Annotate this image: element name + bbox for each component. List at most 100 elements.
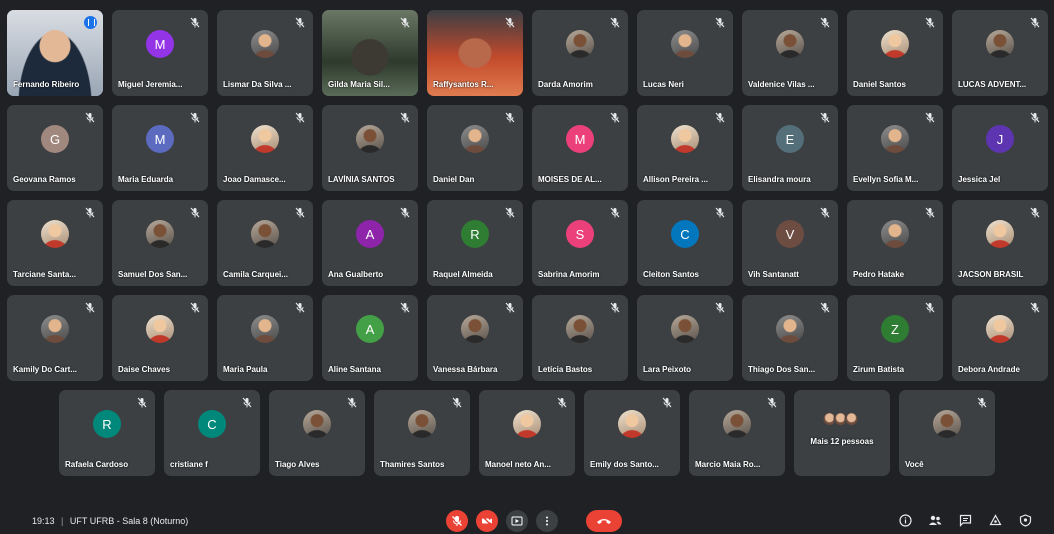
participant-name: Jessica Jel bbox=[958, 175, 1001, 184]
meeting-details-button[interactable] bbox=[898, 513, 912, 527]
participant-name: Daniel Santos bbox=[853, 80, 906, 89]
meeting-name: UFT UFRB - Sala 8 (Noturno) bbox=[69, 516, 189, 526]
participant-tile[interactable]: G Geovana Ramos bbox=[7, 105, 103, 191]
participant-name: Miguel Jeremia... bbox=[118, 80, 183, 89]
mic-muted-icon bbox=[505, 17, 515, 28]
participant-name: Letícia Bastos bbox=[538, 365, 593, 374]
participant-tile[interactable]: S Sabrina Amorim bbox=[532, 200, 628, 286]
participant-name: Mais 12 pessoas bbox=[810, 437, 874, 446]
participant-tile[interactable]: Vanessa Bárbara bbox=[427, 295, 523, 381]
mic-muted-icon bbox=[925, 302, 935, 313]
participant-tile[interactable]: Samuel Dos San... bbox=[112, 200, 208, 286]
mic-muted-icon bbox=[242, 397, 252, 408]
participant-tile[interactable]: A Aline Santana bbox=[322, 295, 418, 381]
participant-name: Fernando Ribeiro bbox=[13, 80, 80, 89]
host-controls-button[interactable] bbox=[1018, 513, 1032, 527]
participant-tile[interactable]: Letícia Bastos bbox=[532, 295, 628, 381]
participant-tile[interactable]: Tarciane Santa... bbox=[7, 200, 103, 286]
participant-tile[interactable]: A Ana Gualberto bbox=[322, 200, 418, 286]
present-screen-button[interactable] bbox=[506, 510, 528, 532]
participant-tile[interactable]: Lismar Da Silva ... bbox=[217, 10, 313, 96]
participant-tile[interactable]: Lucas Neri bbox=[637, 10, 733, 96]
participant-tile[interactable]: R Raquel Almeida bbox=[427, 200, 523, 286]
show-everyone-button[interactable] bbox=[928, 513, 942, 527]
participant-tile[interactable]: Você bbox=[899, 390, 995, 476]
avatar-photo bbox=[671, 315, 699, 344]
mic-toggle-button[interactable] bbox=[446, 510, 468, 532]
participant-tile[interactable]: Gilda Maria Sil... bbox=[322, 10, 418, 96]
participant-tile[interactable]: Daniel Santos bbox=[847, 10, 943, 96]
mic-muted-icon bbox=[295, 207, 305, 218]
mic-muted-icon bbox=[85, 112, 95, 123]
participant-tile[interactable]: Raffysantos R... bbox=[427, 10, 523, 96]
participant-tile[interactable]: Pedro Hatake bbox=[847, 200, 943, 286]
participant-grid: Fernando Ribeiro M Miguel Jeremia... Lismar… bbox=[0, 0, 1054, 508]
participant-tile[interactable]: Thamires Santos bbox=[374, 390, 470, 476]
mic-muted-icon bbox=[85, 207, 95, 218]
participant-tile[interactable]: V Vih Santanatt bbox=[742, 200, 838, 286]
chat-button[interactable] bbox=[958, 513, 972, 527]
participant-tile[interactable]: Mais 12 pessoas bbox=[794, 390, 890, 476]
mic-muted-icon bbox=[452, 397, 462, 408]
mic-muted-icon bbox=[505, 302, 515, 313]
participant-tile[interactable]: Thiago Dos San... bbox=[742, 295, 838, 381]
mic-muted-icon bbox=[190, 207, 200, 218]
avatar-initial: M bbox=[566, 125, 594, 154]
participant-tile[interactable]: C Cleiton Santos bbox=[637, 200, 733, 286]
participant-name: Elisandra moura bbox=[748, 175, 811, 184]
mic-muted-icon bbox=[190, 112, 200, 123]
participant-tile[interactable]: Kamily Do Cart... bbox=[7, 295, 103, 381]
mic-muted-icon bbox=[610, 302, 620, 313]
mic-muted-icon bbox=[505, 207, 515, 218]
camera-toggle-button[interactable] bbox=[476, 510, 498, 532]
leave-call-button[interactable] bbox=[586, 510, 622, 532]
participant-tile[interactable]: Emily dos Santo... bbox=[584, 390, 680, 476]
participant-tile[interactable]: Lara Peixoto bbox=[637, 295, 733, 381]
participant-name: Tiago Alves bbox=[275, 460, 320, 469]
avatar-photo bbox=[513, 410, 541, 439]
avatar-initial: M bbox=[146, 125, 174, 154]
participant-tile[interactable]: Fernando Ribeiro bbox=[7, 10, 103, 96]
participant-tile[interactable]: E Elisandra moura bbox=[742, 105, 838, 191]
participant-tile[interactable]: Allison Pereira ... bbox=[637, 105, 733, 191]
avatar-photo bbox=[723, 410, 751, 439]
participant-name: LUCAS ADVENT... bbox=[958, 80, 1027, 89]
participant-tile[interactable]: LUCAS ADVENT... bbox=[952, 10, 1048, 96]
participant-tile[interactable]: Evellyn Sofia M... bbox=[847, 105, 943, 191]
participant-tile[interactable]: Manoel neto An... bbox=[479, 390, 575, 476]
participant-name: Emily dos Santo... bbox=[590, 460, 659, 469]
participant-tile[interactable]: Debora Andrade bbox=[952, 295, 1048, 381]
people-icon bbox=[929, 515, 942, 525]
present-screen-icon bbox=[511, 516, 523, 526]
activities-button[interactable] bbox=[988, 513, 1002, 527]
participant-tile[interactable]: Daniel Dan bbox=[427, 105, 523, 191]
participant-tile[interactable]: LAVÍNIA SANTOS bbox=[322, 105, 418, 191]
participant-tile[interactable]: M Miguel Jeremia... bbox=[112, 10, 208, 96]
participant-name: Allison Pereira ... bbox=[643, 175, 708, 184]
participant-tile[interactable]: Joao Damasce... bbox=[217, 105, 313, 191]
participant-tile[interactable]: JACSON BRASIL bbox=[952, 200, 1048, 286]
participant-tile[interactable]: Daise Chaves bbox=[112, 295, 208, 381]
mic-muted-icon bbox=[400, 112, 410, 123]
participant-tile[interactable]: Darda Amorim bbox=[532, 10, 628, 96]
participant-name: Vanessa Bárbara bbox=[433, 365, 498, 374]
participant-tile[interactable]: M Maria Eduarda bbox=[112, 105, 208, 191]
info-icon bbox=[898, 513, 912, 527]
participant-tile[interactable]: Marcio Maia Ro... bbox=[689, 390, 785, 476]
participant-name: Maria Eduarda bbox=[118, 175, 174, 184]
participant-tile[interactable]: Z Zirum Batista bbox=[847, 295, 943, 381]
participant-tile[interactable]: J Jessica Jel bbox=[952, 105, 1048, 191]
more-options-button[interactable] bbox=[536, 510, 558, 532]
participant-tile[interactable]: Tiago Alves bbox=[269, 390, 365, 476]
avatar-photo bbox=[986, 315, 1014, 344]
participant-tile[interactable]: Valdenice Vilas ... bbox=[742, 10, 838, 96]
mic-off-icon bbox=[452, 516, 462, 526]
participant-tile[interactable]: M MOISES DE AL... bbox=[532, 105, 628, 191]
participant-name: Thamires Santos bbox=[380, 460, 445, 469]
meeting-info: 19:13 | UFT UFRB - Sala 8 (Noturno) bbox=[32, 516, 188, 526]
participant-tile[interactable]: R Rafaela Cardoso bbox=[59, 390, 155, 476]
participant-tile[interactable]: Ccristiane f bbox=[164, 390, 260, 476]
participant-tile[interactable]: Maria Paula bbox=[217, 295, 313, 381]
avatar-initial: G bbox=[41, 125, 69, 154]
participant-tile[interactable]: Camila Carquei... bbox=[217, 200, 313, 286]
